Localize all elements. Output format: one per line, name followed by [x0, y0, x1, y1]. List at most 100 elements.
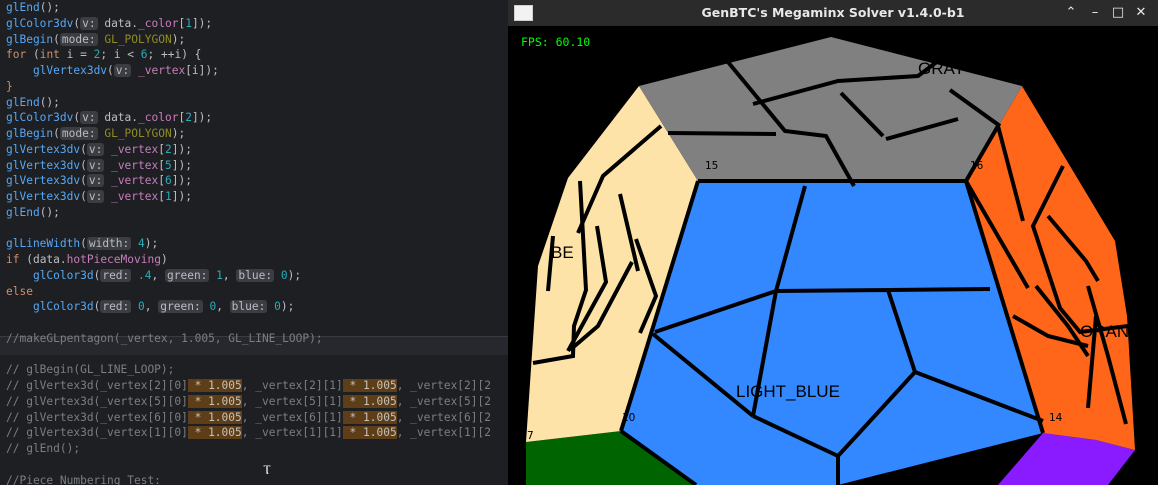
code-token: mode: — [59, 32, 98, 46]
code-token: _vertex — [111, 174, 159, 188]
code-token: GL_POLYGON — [104, 127, 172, 140]
code-line[interactable]: // glVertex3d(_vertex[1][0] * 1.005, _ve… — [6, 425, 491, 441]
code-line[interactable]: // glVertex3d(_vertex[2][0] * 1.005, _ve… — [6, 378, 491, 394]
code-token: [ — [158, 190, 165, 203]
code-token: // glVertex3d(_vertex[5][0] — [6, 394, 188, 408]
code-line[interactable]: glColor3dv(v: data._color[2]); — [6, 110, 212, 126]
code-line[interactable]: glColor3d(red: 0, green: 0, blue: 0); — [6, 299, 294, 315]
code-line[interactable]: glVertex3dv(v: _vertex[2]); — [6, 142, 192, 158]
code-token: (); — [39, 205, 60, 219]
code-line[interactable]: //makeGLpentagon(_vertex, 1.005, GL_LINE… — [6, 331, 323, 347]
code-token: ( — [26, 48, 40, 62]
code-line[interactable]: glColor3d(red: .4, green: 1, blue: 0); — [6, 268, 301, 284]
vertex-number: 8 — [1141, 430, 1148, 442]
code-token: ( — [80, 174, 87, 188]
code-line[interactable]: // glVertex3d(_vertex[6][0] * 1.005, _ve… — [6, 410, 491, 426]
code-line[interactable]: else — [6, 284, 33, 300]
code-line[interactable]: } — [6, 79, 13, 95]
title-bar[interactable]: GenBTC's Megaminx Solver v1.4.0-b1 ⌃ – □… — [508, 0, 1158, 27]
code-line[interactable]: // glEnd(); — [6, 441, 80, 457]
code-token: ]); — [171, 142, 192, 156]
code-token: _color — [138, 16, 179, 30]
code-line[interactable]: glBegin(mode: GL_POLYGON); — [6, 126, 185, 142]
code-line[interactable]: if (data.hotPieceMoving) — [6, 252, 168, 268]
code-line[interactable]: glBegin(mode: GL_POLYGON); — [6, 32, 185, 48]
code-token: ; ++i) { — [147, 48, 202, 62]
code-line[interactable]: glEnd(); — [6, 0, 60, 16]
opengl-canvas[interactable]: FPS: 60.10 GRAY LIGHT_BLUE BE T_GREE ORA… — [508, 26, 1158, 485]
close-button[interactable]: ✕ — [1131, 3, 1151, 23]
code-token: glEnd — [6, 1, 40, 14]
code-editor[interactable]: glEnd(); glColor3dv(v: data._color[1]); gl… — [0, 0, 508, 485]
code-token: int — [39, 48, 60, 62]
face-label-orange: ORANGE — [1080, 322, 1154, 341]
code-token: * 1.005 — [342, 426, 397, 440]
code-token: (); — [39, 1, 60, 14]
code-token: glEnd — [6, 95, 40, 109]
face-label-light-green: T_GREE — [1082, 170, 1150, 189]
code-line[interactable]: glColor3dv(v: data._color[1]); — [6, 16, 212, 32]
code-token: //makeGLpentagon(_vertex, 1.005, GL_LINE… — [6, 331, 323, 345]
code-token: 4 — [138, 237, 145, 251]
code-token: green: — [165, 268, 210, 282]
vertex-number: 13 — [1125, 230, 1138, 242]
code-token: ( — [53, 127, 60, 140]
code-line[interactable]: glEnd(); — [6, 95, 60, 111]
code-token: glColor3d — [32, 300, 94, 314]
code-token: ( — [80, 142, 87, 156]
code-token: , — [216, 300, 230, 314]
code-token: glColor3dv — [6, 111, 74, 125]
code-line[interactable]: glLineWidth(width: 4); — [6, 236, 158, 252]
vertex-number: 16 — [970, 160, 984, 172]
code-token: * 1.005 — [187, 410, 242, 424]
code-line[interactable]: glEnd(); — [6, 205, 60, 221]
code-token: (); — [39, 95, 60, 109]
code-token: ]); — [171, 174, 192, 188]
code-line[interactable]: // glVertex3d(_vertex[5][0] * 1.005, _ve… — [6, 394, 491, 410]
code-token: , — [144, 300, 159, 314]
code-token: GL_POLYGON — [104, 32, 172, 46]
minimize-button[interactable]: – — [1085, 3, 1105, 23]
code-line[interactable]: glVertex3dv(v: _vertex[i]); — [6, 63, 219, 79]
code-line[interactable]: // glBegin(GL_LINE_LOOP); — [6, 362, 174, 378]
code-token: // glBegin(GL_LINE_LOOP); — [6, 363, 175, 377]
code-line[interactable]: //Piece Numbering Test: — [6, 473, 161, 485]
code-token: 1 — [185, 16, 192, 30]
code-token: ]); — [171, 190, 192, 203]
code-token: 1 — [164, 190, 172, 203]
code-line[interactable]: for (int i = 2; i < 6; ++i) { — [6, 47, 201, 63]
code-token: mode: — [59, 127, 98, 140]
code-token: ); — [287, 268, 302, 282]
code-token: data. — [97, 111, 139, 125]
code-token: * 1.005 — [187, 394, 242, 408]
vertex-number: 15 — [705, 160, 718, 172]
code-token: ) — [160, 253, 168, 266]
code-token: 6 — [164, 174, 172, 188]
code-token: v: — [86, 190, 105, 203]
code-line[interactable]: glVertex3dv(v: _vertex[1]); — [6, 189, 192, 205]
megaminx-window[interactable]: GenBTC's Megaminx Solver v1.4.0-b1 ⌃ – □… — [508, 0, 1158, 485]
code-token: data. — [97, 16, 139, 30]
code-token: , _vertex[5][1] — [241, 394, 343, 408]
code-token: , _vertex[2][2 — [396, 379, 491, 392]
maximize-button[interactable]: □ — [1108, 3, 1128, 23]
code-line[interactable]: glVertex3dv(v: _vertex[5]); — [6, 158, 192, 174]
collapse-button[interactable]: ⌃ — [1061, 3, 1081, 23]
vertex-number: 7 — [527, 430, 534, 442]
face-label-light-blue: LIGHT_BLUE — [736, 382, 840, 401]
code-token: glVertex3dv — [6, 142, 81, 156]
code-token: , _vertex[5][2 — [396, 394, 491, 408]
edge-line — [887, 287, 991, 292]
code-token: , _vertex[2][1] — [241, 379, 343, 392]
code-token: blue: — [236, 268, 275, 282]
face-label-gray: GRAY — [918, 59, 965, 78]
code-token: // glVertex3d(_vertex[2][0] — [6, 379, 188, 392]
code-token: [i]); — [185, 64, 219, 77]
code-token: else — [6, 284, 33, 298]
vertex-number: 10 — [622, 412, 635, 424]
code-token: [ — [158, 142, 165, 156]
code-line[interactable]: glVertex3dv(v: _vertex[6]); — [6, 173, 192, 189]
code-token: ( — [80, 190, 87, 203]
